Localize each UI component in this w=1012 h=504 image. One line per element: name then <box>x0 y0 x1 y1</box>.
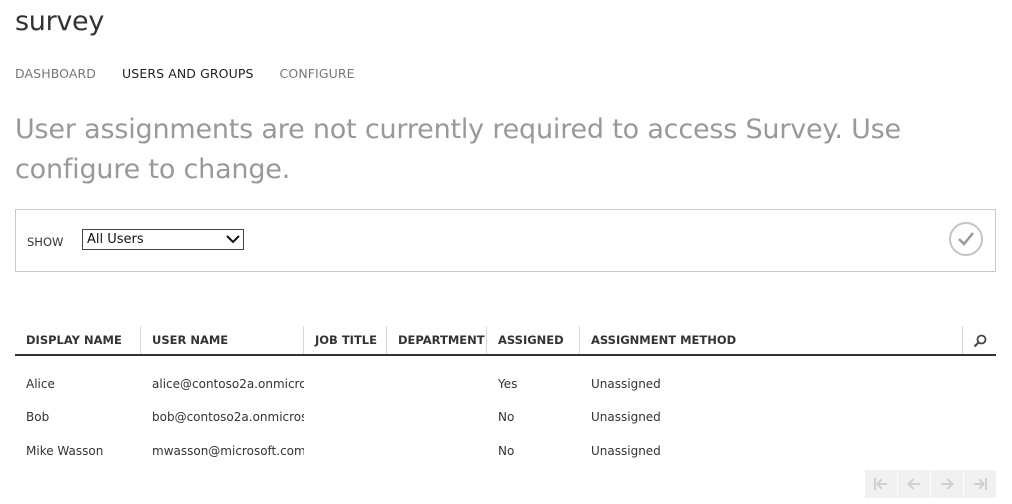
checkmark-icon <box>958 232 974 246</box>
tab-dashboard[interactable]: DASHBOARD <box>15 66 96 81</box>
show-filter-value: All Users <box>87 232 144 247</box>
first-page-icon <box>874 478 887 490</box>
apply-filter-button[interactable] <box>949 222 983 256</box>
cell-assigned: No <box>498 444 515 458</box>
tab-configure[interactable]: CONFIGURE <box>280 66 355 81</box>
tab-bar: DASHBOARD USERS AND GROUPS CONFIGURE <box>15 66 381 81</box>
table-row[interactable]: Bob bob@contoso2a.onmicros... No Unassig… <box>15 401 996 434</box>
column-header-user-name[interactable]: USER NAME <box>141 326 304 354</box>
cell-assignment-method: Unassigned <box>591 410 661 424</box>
cell-assignment-method: Unassigned <box>591 444 661 458</box>
assignment-notice: User assignments are not currently requi… <box>15 114 901 185</box>
column-header-assignment-method[interactable]: ASSIGNMENT METHOD <box>580 326 880 354</box>
last-page-button[interactable] <box>964 470 996 498</box>
table-row[interactable]: Mike Wasson mwasson@microsoft.com No Una… <box>15 435 996 468</box>
column-header-display-name[interactable]: DISPLAY NAME <box>15 326 141 354</box>
cell-display-name: Mike Wasson <box>26 444 104 458</box>
table-search-button[interactable] <box>962 326 996 354</box>
cell-display-name: Bob <box>26 410 50 424</box>
page-title: survey <box>15 6 105 37</box>
cell-user-name: alice@contoso2a.onmicros... <box>152 377 304 391</box>
next-page-icon <box>941 478 954 490</box>
users-table: DISPLAY NAME USER NAME JOB TITLE DEPARTM… <box>15 326 996 458</box>
cell-assigned: No <box>498 410 515 424</box>
pagination <box>864 470 996 498</box>
cell-assigned: Yes <box>498 377 518 391</box>
tab-users-and-groups[interactable]: USERS AND GROUPS <box>122 66 254 81</box>
prev-page-icon <box>907 478 920 490</box>
last-page-icon <box>974 478 987 490</box>
prev-page-button[interactable] <box>898 470 930 498</box>
cell-user-name: bob@contoso2a.onmicros... <box>152 410 304 424</box>
first-page-button[interactable] <box>865 470 897 498</box>
search-icon <box>973 334 987 348</box>
table-header: DISPLAY NAME USER NAME JOB TITLE DEPARTM… <box>15 326 996 356</box>
next-page-button[interactable] <box>931 470 963 498</box>
column-header-job-title[interactable]: JOB TITLE <box>304 326 387 354</box>
chevron-down-icon <box>225 231 241 247</box>
cell-assignment-method: Unassigned <box>591 377 661 391</box>
cell-display-name: Alice <box>26 377 55 391</box>
cell-user-name: mwasson@microsoft.com <box>152 444 304 458</box>
table-row[interactable]: Alice alice@contoso2a.onmicros... Yes Un… <box>15 368 996 401</box>
column-header-assigned[interactable]: ASSIGNED <box>487 326 580 354</box>
filter-panel: SHOW All Users <box>15 209 996 272</box>
show-label: SHOW <box>27 235 64 249</box>
column-header-department[interactable]: DEPARTMENT <box>387 326 487 354</box>
show-filter-select[interactable]: All Users <box>82 229 244 250</box>
